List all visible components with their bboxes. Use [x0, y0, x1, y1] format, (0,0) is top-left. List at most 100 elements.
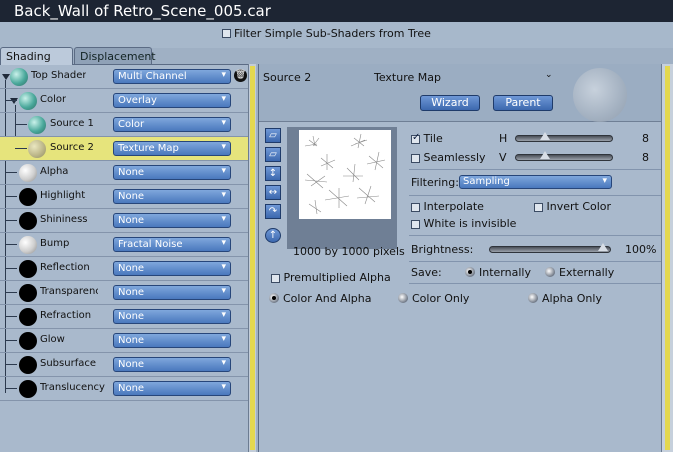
source-header: Source 2 Texture Map ⌄ Wizard Parent: [259, 64, 662, 122]
alpha-dropdown[interactable]: None ▾: [113, 165, 231, 180]
h-value: 8: [642, 132, 649, 145]
white-invisible-checkbox[interactable]: [411, 219, 420, 229]
color-and-alpha-radio[interactable]: [269, 293, 279, 303]
dropdown-value: Fractal Noise: [118, 239, 183, 250]
subsurface-dropdown[interactable]: None ▾: [113, 357, 231, 372]
source-editor-panel: Source 2 Texture Map ⌄ Wizard Parent ▱ ▱…: [258, 64, 662, 452]
v-slider[interactable]: [515, 151, 613, 161]
tab-displacement[interactable]: Displacement: [74, 47, 156, 65]
tree-row-glow[interactable]: Glow None ▾: [0, 329, 248, 353]
save-externally-label: Externally: [559, 266, 615, 279]
tab-shading[interactable]: Shading: [0, 47, 73, 65]
source-title: Source 2: [263, 71, 312, 84]
tree-row-highlight[interactable]: Highlight None ▾: [0, 185, 248, 209]
color-dropdown[interactable]: Overlay ▾: [113, 93, 231, 108]
tree-row-source-1[interactable]: Source 1 Color ▾: [0, 113, 248, 137]
up-arrow-icon[interactable]: ↑: [265, 228, 281, 243]
trash-icon[interactable]: 🗑: [234, 69, 247, 82]
source-preview-ball: [573, 68, 627, 122]
tree-row-translucency[interactable]: Translucency None ▾: [0, 377, 248, 401]
alpha-only-radio[interactable]: [528, 293, 538, 303]
tree-row-shininess[interactable]: Shininess None ▾: [0, 209, 248, 233]
bump-dropdown[interactable]: Fractal Noise ▾: [113, 237, 231, 252]
save-externally-radio[interactable]: [545, 267, 555, 277]
subsurface-preview-ball: [19, 356, 37, 374]
open-folder-alt-icon[interactable]: ▱: [265, 147, 281, 162]
color-and-alpha-option[interactable]: Color And Alpha: [269, 292, 371, 305]
save-internally-option[interactable]: Internally: [465, 266, 531, 279]
highlight-dropdown[interactable]: None ▾: [113, 189, 231, 204]
color-only-option[interactable]: Color Only: [398, 292, 469, 305]
seamlessly-checkbox[interactable]: [411, 153, 420, 163]
flip-horizontal-icon[interactable]: ↔: [265, 185, 281, 200]
glow-dropdown[interactable]: None ▾: [113, 333, 231, 348]
interpolate-checkbox[interactable]: [411, 202, 420, 212]
parent-button[interactable]: Parent: [493, 95, 553, 111]
top-shader-dropdown[interactable]: Multi Channel ▾: [113, 69, 231, 84]
color-only-radio[interactable]: [398, 293, 408, 303]
tree-row-label: Source 2: [50, 142, 94, 153]
tile-label: Tile: [423, 132, 443, 145]
tree-scrollbar[interactable]: [248, 64, 256, 452]
dropdown-value: None: [118, 311, 145, 322]
translucency-dropdown[interactable]: None ▾: [113, 381, 231, 396]
tree-row-label: Refraction: [40, 310, 92, 321]
wizard-button[interactable]: Wizard: [420, 95, 480, 111]
tree-row-transparency[interactable]: Transparency None ▾: [0, 281, 248, 305]
filter-simple-subshaders-checkbox[interactable]: [222, 29, 231, 38]
source-1-dropdown[interactable]: Color ▾: [113, 117, 231, 132]
refraction-dropdown[interactable]: None ▾: [113, 309, 231, 324]
source-1-preview-ball: [28, 116, 46, 134]
tile-option[interactable]: Tile: [411, 132, 443, 145]
premultiplied-alpha-checkbox[interactable]: [271, 273, 280, 283]
tree-row-reflection[interactable]: Reflection None ▾: [0, 257, 248, 281]
tree-row-top-shader[interactable]: Top Shader Multi Channel ▾: [0, 65, 248, 89]
interpolate-label: Interpolate: [423, 200, 484, 213]
source-scrollbar[interactable]: [661, 64, 673, 452]
shininess-dropdown[interactable]: None ▾: [113, 213, 231, 228]
transparency-dropdown[interactable]: None ▾: [113, 285, 231, 300]
reflection-dropdown[interactable]: None ▾: [113, 261, 231, 276]
rotate-icon[interactable]: ↷: [265, 204, 281, 219]
dropdown-value: Color: [118, 119, 145, 130]
seamlessly-option[interactable]: Seamlessly: [411, 151, 486, 164]
filter-simple-subshaders-label: Filter Simple Sub-Shaders from Tree: [234, 27, 431, 40]
tree-row-refraction[interactable]: Refraction None ▾: [0, 305, 248, 329]
texture-thumbnail[interactable]: [287, 127, 397, 249]
chevron-down-icon: ▾: [602, 176, 607, 186]
tree-row-label: Subsurface Sc: [40, 358, 98, 369]
save-externally-option[interactable]: Externally: [545, 266, 614, 279]
tree-row-subsurface[interactable]: Subsurface Sc None ▾: [0, 353, 248, 377]
tree-scroll-thumb[interactable]: [250, 66, 255, 450]
alpha-preview-ball: [19, 164, 37, 182]
white-invisible-option[interactable]: White is invisible: [411, 217, 516, 230]
h-slider[interactable]: [515, 132, 613, 142]
chevron-down-icon: ▾: [221, 262, 226, 272]
invert-color-checkbox[interactable]: [534, 202, 543, 212]
brightness-label: Brightness:: [411, 243, 474, 256]
brightness-slider[interactable]: [489, 243, 611, 253]
flip-vertical-icon[interactable]: ↕: [265, 166, 281, 181]
brightness-slider-knob[interactable]: [598, 243, 608, 251]
v-slider-knob[interactable]: [540, 151, 550, 159]
color-preview-ball: [19, 92, 37, 110]
source-scroll-thumb[interactable]: [665, 66, 670, 450]
invert-color-option[interactable]: Invert Color: [534, 200, 611, 213]
filtering-dropdown[interactable]: Sampling ▾: [459, 175, 612, 189]
dropdown-value: Overlay: [118, 95, 157, 106]
chevron-down-icon[interactable]: ⌄: [545, 70, 553, 80]
tree-row-label: Bump: [40, 238, 70, 249]
tree-row-label: Translucency: [40, 382, 105, 393]
tree-row-alpha[interactable]: Alpha None ▾: [0, 161, 248, 185]
save-internally-radio[interactable]: [465, 267, 475, 277]
open-folder-icon[interactable]: ▱: [265, 128, 281, 143]
interpolate-option[interactable]: Interpolate: [411, 200, 484, 213]
h-slider-knob[interactable]: [540, 132, 550, 140]
premultiplied-alpha-option[interactable]: Premultiplied Alpha: [271, 271, 391, 284]
alpha-only-option[interactable]: Alpha Only: [528, 292, 602, 305]
tree-row-bump[interactable]: Bump Fractal Noise ▾: [0, 233, 248, 257]
source-2-dropdown[interactable]: Texture Map ▾: [113, 141, 231, 156]
tree-row-color[interactable]: Color Overlay ▾: [0, 89, 248, 113]
tile-checkbox[interactable]: [411, 132, 420, 144]
tree-row-source-2[interactable]: Source 2 Texture Map ▾: [0, 137, 248, 161]
